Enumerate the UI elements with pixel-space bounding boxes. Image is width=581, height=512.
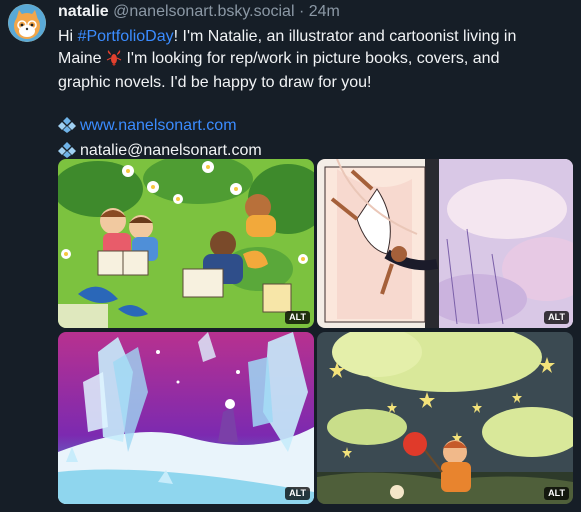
image-starry-sky-boy[interactable]: ALT [317, 332, 573, 504]
timestamp[interactable]: 24m [309, 3, 340, 20]
looking-text: I'm looking for rep/work in picture book… [122, 49, 500, 67]
post-text: Hi #PortfolioDay! I'm Natalie, an illust… [58, 26, 573, 164]
separator: · [298, 3, 305, 20]
text-spacer [58, 94, 573, 116]
website-link[interactable]: www.nanelsonart.com [80, 117, 237, 134]
alt-badge[interactable]: ALT [285, 487, 310, 500]
alt-badge[interactable]: ALT [544, 311, 569, 324]
diamond-icon [58, 116, 76, 140]
lobster-icon [106, 49, 122, 73]
post-header: natalie @nanelsonart.bsky.social · 24m [58, 2, 340, 24]
post[interactable]: natalie @nanelsonart.bsky.social · 24m H… [0, 0, 581, 512]
greeting: Hi [58, 28, 78, 45]
website-line: www.nanelsonart.com [58, 115, 573, 140]
image-garden-reading[interactable]: ALT [58, 159, 314, 328]
display-name[interactable]: natalie [58, 3, 109, 20]
text-line-1: Hi #PortfolioDay! I'm Natalie, an illust… [58, 26, 573, 48]
text-line-2: Maine I'm looking for rep/work in pictur… [58, 48, 573, 73]
handle[interactable]: @nanelsonart.bsky.social [113, 3, 294, 20]
email-text: natalie@nanelsonart.com [80, 141, 262, 159]
intro-text: ! I'm Natalie, an illustrator and cartoo… [173, 28, 517, 45]
image-falling-girl[interactable]: ALT [317, 159, 573, 328]
alt-badge[interactable]: ALT [544, 487, 569, 500]
avatar[interactable] [8, 4, 46, 42]
text-line-3: graphic novels. I'd be happy to draw for… [58, 74, 372, 91]
image-grid: ALT ALT ALT ALT [58, 159, 573, 504]
hashtag-link[interactable]: #PortfolioDay [78, 28, 174, 45]
image-crystal-landscape[interactable]: ALT [58, 332, 314, 504]
maine-text: Maine [58, 49, 107, 67]
alt-badge[interactable]: ALT [285, 311, 310, 324]
